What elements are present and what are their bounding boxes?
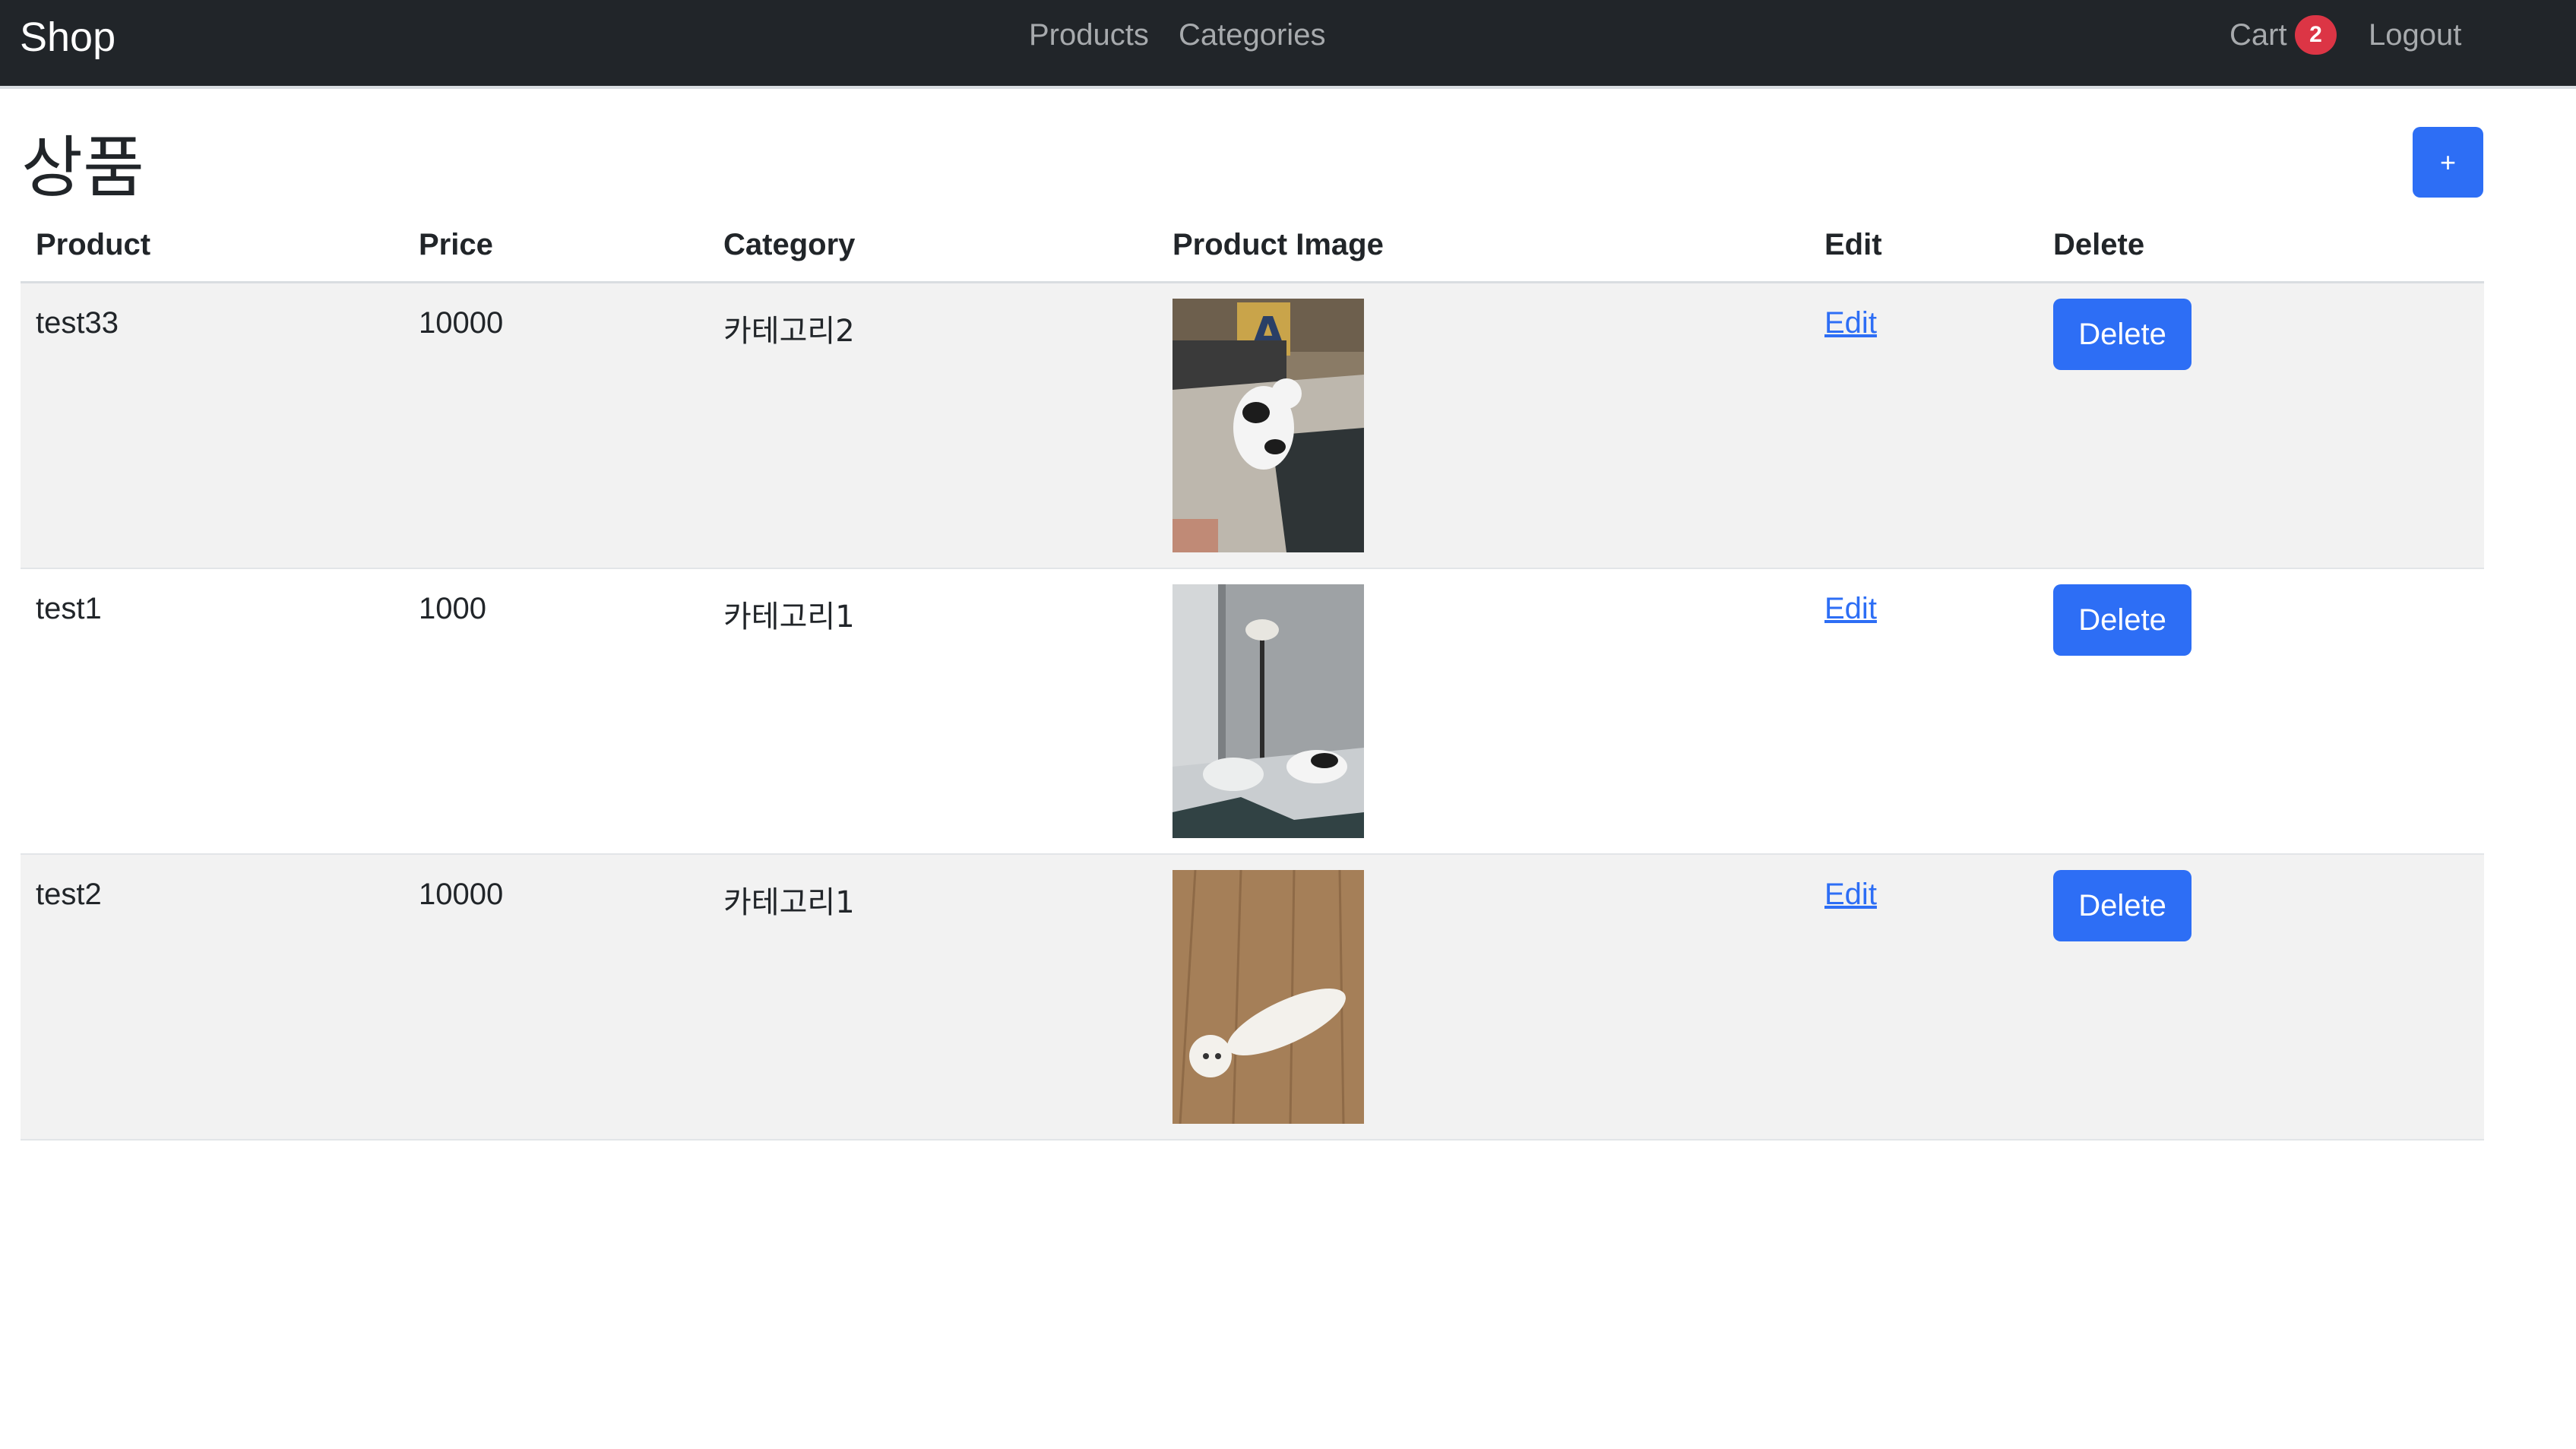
edit-link[interactable]: Edit: [1824, 306, 1877, 340]
product-category: 카테고리1: [723, 600, 855, 634]
nav-link-logout[interactable]: Logout: [2369, 18, 2461, 52]
brand-link[interactable]: Shop: [20, 14, 116, 61]
product-price: 1000: [419, 592, 486, 625]
nav-link-cart[interactable]: Cart: [2229, 18, 2287, 52]
column-header-delete: Delete: [2053, 228, 2145, 261]
edit-link[interactable]: Edit: [1824, 592, 1877, 626]
column-header-edit: Edit: [1824, 228, 1882, 261]
nav-link-categories[interactable]: Categories: [1179, 18, 1325, 52]
product-price: 10000: [419, 878, 504, 911]
product-image: [1172, 584, 1364, 838]
column-header-price: Price: [419, 228, 493, 261]
page-title: 상품: [21, 128, 144, 207]
product-name: test2: [36, 878, 102, 911]
product-image: [1172, 870, 1364, 1124]
edit-link[interactable]: Edit: [1824, 878, 1877, 912]
products-table: Product Price Category Product Image Edi…: [21, 220, 2484, 1141]
table-row: test2 10000 카테고리1 Edit Delete: [21, 855, 2484, 1141]
delete-button[interactable]: Delete: [2053, 870, 2191, 941]
table-row: test33 10000 카테고리2 A Edit Delete: [21, 283, 2484, 569]
product-price: 10000: [419, 306, 504, 340]
product-category: 카테고리2: [723, 314, 855, 349]
product-image: A: [1172, 299, 1364, 552]
product-name: test1: [36, 592, 102, 625]
navbar: Shop Products Categories Cart 2 Logout: [0, 0, 2576, 89]
table-row: test1 1000 카테고리1 Edit Delete: [21, 569, 2484, 855]
column-header-product: Product: [36, 228, 151, 261]
table-header: Product Price Category Product Image Edi…: [21, 220, 2484, 283]
add-product-button[interactable]: +: [2413, 127, 2483, 198]
delete-button[interactable]: Delete: [2053, 299, 2191, 370]
column-header-category: Category: [723, 228, 856, 261]
cart-count-badge: 2: [2295, 15, 2337, 55]
product-category: 카테고리1: [723, 885, 855, 920]
product-name: test33: [36, 306, 119, 340]
nav-link-products[interactable]: Products: [1029, 18, 1149, 52]
column-header-product-image: Product Image: [1172, 228, 1384, 261]
delete-button[interactable]: Delete: [2053, 584, 2191, 656]
